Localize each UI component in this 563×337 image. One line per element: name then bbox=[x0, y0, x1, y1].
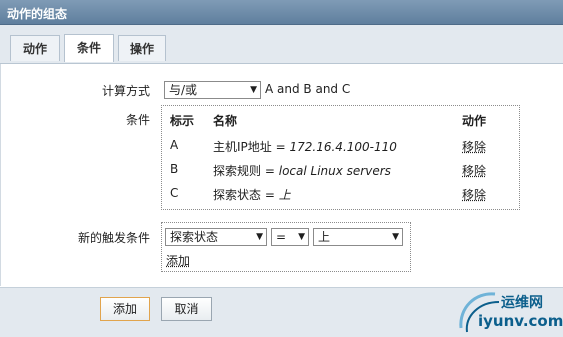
row-a-field: 主机IP地址 bbox=[213, 140, 272, 154]
calc-method-label: 计算方式 bbox=[101, 84, 150, 98]
column-header-tag: 标示 bbox=[170, 114, 195, 128]
row-c-op: = bbox=[264, 188, 275, 202]
watermark-cn: 运维网 bbox=[501, 295, 543, 311]
watermark-en: iyunv.com bbox=[478, 312, 563, 330]
row-c-field: 探索状态 bbox=[213, 188, 262, 202]
row-c-value: 上 bbox=[278, 188, 291, 202]
chevron-down-icon: ▼ bbox=[298, 232, 305, 242]
tab-conditions[interactable]: 条件 bbox=[64, 34, 114, 62]
tab-strip: 动作 条件 操作 bbox=[0, 25, 563, 64]
calc-method-select[interactable]: 与/或 ▼ bbox=[164, 81, 261, 99]
conditions-label: 条件 bbox=[125, 113, 150, 127]
row-b-field: 探索规则 bbox=[213, 164, 262, 178]
calc-method-value: 与/或 bbox=[169, 83, 198, 97]
tab-operations[interactable]: 操作 bbox=[118, 35, 166, 61]
row-c-remove-link[interactable]: 移除 bbox=[462, 186, 486, 203]
condition-type-select[interactable]: 探索状态 ▼ bbox=[165, 228, 267, 246]
watermark-logo: 运维网 iyunv.com bbox=[455, 288, 563, 336]
row-b-condition: 探索规则 = local Linux servers bbox=[213, 162, 391, 179]
window-title: 动作的组态 bbox=[7, 7, 68, 21]
add-button[interactable]: 添加 bbox=[100, 297, 150, 321]
column-header-action: 动作 bbox=[462, 114, 487, 128]
row-c-tag: C bbox=[170, 186, 179, 200]
condition-operator-value: = bbox=[276, 230, 287, 244]
chevron-down-icon: ▼ bbox=[392, 232, 399, 242]
row-c-condition: 探索状态 = 上 bbox=[213, 186, 291, 203]
tab-action[interactable]: 动作 bbox=[10, 35, 60, 61]
new-condition-label: 新的触发条件 bbox=[77, 231, 150, 245]
column-header-name: 名称 bbox=[213, 114, 238, 128]
condition-value-select[interactable]: 上 ▼ bbox=[313, 228, 403, 246]
row-a-condition: 主机IP地址 = 172.16.4.100-110 bbox=[213, 138, 397, 155]
window-titlebar: 动作的组态 bbox=[0, 0, 563, 25]
row-a-value: 172.16.4.100-110 bbox=[289, 140, 397, 154]
cancel-button[interactable]: 取消 bbox=[161, 297, 212, 321]
row-b-op: = bbox=[264, 164, 275, 178]
condition-operator-select[interactable]: = ▼ bbox=[271, 228, 309, 246]
condition-value-value: 上 bbox=[318, 230, 331, 244]
row-a-tag: A bbox=[170, 138, 179, 152]
row-b-tag: B bbox=[170, 162, 179, 176]
row-a-op: = bbox=[275, 140, 286, 154]
chevron-down-icon: ▼ bbox=[256, 232, 263, 242]
chevron-down-icon: ▼ bbox=[250, 85, 257, 95]
calc-expression: A and B and C bbox=[265, 82, 351, 96]
condition-type-value: 探索状态 bbox=[170, 230, 219, 244]
row-b-remove-link[interactable]: 移除 bbox=[462, 162, 486, 179]
row-b-value: local Linux servers bbox=[278, 164, 391, 178]
add-condition-link[interactable]: 添加 bbox=[166, 252, 190, 269]
row-a-remove-link[interactable]: 移除 bbox=[462, 138, 486, 155]
